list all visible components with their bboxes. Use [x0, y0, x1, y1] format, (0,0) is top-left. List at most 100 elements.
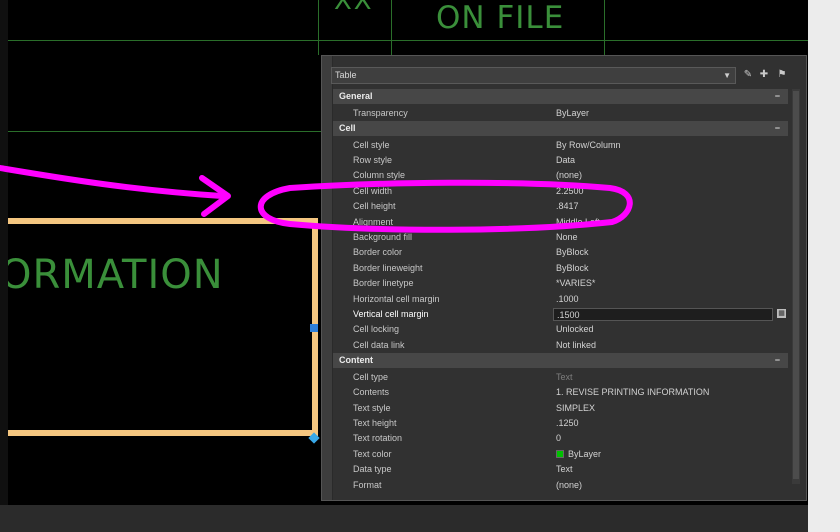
- property-row[interactable]: Background fill None: [333, 230, 788, 245]
- property-name: Background fill: [353, 232, 413, 242]
- property-value[interactable]: .1000: [556, 292, 579, 307]
- toggle-pickadd-icon[interactable]: ⚑: [776, 69, 788, 81]
- drawing-line: [8, 40, 808, 41]
- drawing-line: [391, 0, 392, 55]
- property-row[interactable]: Cell locking Unlocked: [333, 322, 788, 337]
- property-name: Text height: [353, 418, 397, 428]
- property-row[interactable]: Format (none): [333, 478, 788, 493]
- property-value-wrapper[interactable]: ByLayer: [556, 447, 601, 462]
- drawing-text-top-left: XX: [334, 0, 374, 16]
- property-value[interactable]: .1250: [556, 416, 579, 431]
- property-row[interactable]: Horizontal cell margin .1000: [333, 292, 788, 307]
- property-row[interactable]: Transparency ByLayer: [333, 106, 788, 121]
- property-value[interactable]: (none): [556, 168, 582, 183]
- property-name: Alignment: [353, 216, 394, 227]
- grip-handle[interactable]: [310, 324, 318, 332]
- property-value[interactable]: 2.2500: [556, 184, 584, 199]
- selected-table-frame[interactable]: [8, 218, 318, 436]
- property-name: Row style: [353, 155, 393, 165]
- object-type-label: Table: [335, 70, 357, 80]
- property-row[interactable]: Cell type Text: [333, 370, 788, 385]
- property-value[interactable]: SIMPLEX: [556, 401, 595, 416]
- drawing-line: [318, 0, 319, 55]
- status-bar-area: [0, 505, 808, 532]
- property-row[interactable]: Cell width 2.2500: [333, 184, 788, 199]
- property-row[interactable]: Border lineweight ByBlock: [333, 261, 788, 276]
- property-row[interactable]: Text color ByLayer: [333, 447, 788, 462]
- property-name: Text rotation: [353, 433, 403, 444]
- select-objects-icon[interactable]: ✚: [758, 69, 770, 81]
- drawing-text-frame: ORMATION: [8, 252, 224, 298]
- property-row[interactable]: Cell data link Not linked: [333, 338, 788, 353]
- palette-scrollbar[interactable]: [792, 89, 800, 484]
- property-name: Cell data link: [353, 339, 405, 350]
- drawing-text-top-right: ON FILE: [436, 0, 565, 36]
- property-name: Transparency: [353, 107, 408, 118]
- property-row[interactable]: Text height .1250: [333, 416, 788, 431]
- collapse-icon[interactable]: −: [775, 121, 780, 136]
- property-row[interactable]: Alignment Middle Left: [333, 215, 788, 230]
- scrollbar-thumb[interactable]: [793, 91, 799, 479]
- property-value[interactable]: .8417: [556, 199, 579, 214]
- property-name: Horizontal cell margin: [353, 293, 440, 304]
- object-type-dropdown[interactable]: Table ▼: [331, 67, 736, 84]
- property-value[interactable]: By Row/Column: [556, 138, 621, 153]
- property-row[interactable]: Cell height .8417: [333, 199, 788, 214]
- property-value[interactable]: 0: [556, 431, 561, 446]
- property-row[interactable]: Vertical cell margin .1500 ▦: [333, 307, 788, 322]
- palette-title-strip[interactable]: [322, 56, 333, 500]
- property-row[interactable]: Text rotation 0: [333, 431, 788, 446]
- chevron-down-icon: ▼: [723, 71, 731, 80]
- section-title: Cell: [339, 123, 356, 133]
- section-header[interactable]: Cell −: [333, 121, 788, 136]
- drawing-line: [604, 0, 605, 55]
- property-row[interactable]: Column style (none): [333, 168, 788, 183]
- property-value-input[interactable]: .1500: [553, 308, 773, 321]
- property-name: Text style: [353, 402, 391, 413]
- quick-select-icon[interactable]: ✎: [742, 69, 754, 81]
- property-grid: General − Transparency ByLayer Cell − Cell sty…: [333, 89, 788, 497]
- property-value[interactable]: None: [556, 230, 578, 245]
- property-name: Border linetype: [353, 278, 414, 289]
- property-row[interactable]: Data type Text: [333, 462, 788, 477]
- property-name: Data type: [353, 464, 392, 475]
- section-title: Content: [339, 355, 373, 366]
- drawing-line: [8, 131, 323, 132]
- property-value[interactable]: *VARIES*: [556, 276, 595, 291]
- property-name: Text color: [353, 448, 392, 459]
- property-value[interactable]: ByBlock: [556, 261, 589, 276]
- property-row[interactable]: Border color ByBlock: [333, 245, 788, 260]
- property-row[interactable]: Contents 1. REVISE PRINTING INFORMATION: [333, 385, 788, 400]
- property-row[interactable]: Text style SIMPLEX: [333, 401, 788, 416]
- property-name: Column style: [353, 170, 406, 181]
- section-header[interactable]: Content −: [333, 353, 788, 369]
- property-name: Border color: [353, 247, 403, 258]
- property-name: Cell style: [353, 139, 390, 150]
- property-row[interactable]: Border linetype *VARIES*: [333, 276, 788, 291]
- property-value[interactable]: ByLayer: [556, 106, 589, 121]
- property-name: Cell type: [353, 371, 389, 382]
- property-value[interactable]: Text: [556, 370, 573, 385]
- section-header[interactable]: General −: [333, 89, 788, 104]
- property-value[interactable]: 1. REVISE PRINTING INFORMATION: [556, 385, 709, 400]
- property-value[interactable]: Middle Left: [556, 215, 600, 230]
- property-name: Vertical cell margin: [353, 309, 429, 319]
- calculator-icon[interactable]: ▦: [777, 309, 786, 318]
- property-value[interactable]: ByBlock: [556, 245, 589, 260]
- window-edge: [808, 0, 840, 532]
- property-row[interactable]: Cell style By Row/Column: [333, 138, 788, 153]
- property-name: Border lineweight: [353, 262, 423, 273]
- property-value[interactable]: Data: [556, 153, 575, 168]
- property-value[interactable]: (none): [556, 478, 582, 493]
- property-value[interactable]: Unlocked: [556, 322, 594, 337]
- property-value[interactable]: Not linked: [556, 338, 596, 353]
- property-name: Cell locking: [353, 324, 400, 335]
- property-name: Cell height: [353, 201, 396, 212]
- property-name: Format: [353, 479, 382, 490]
- section-title: General: [339, 91, 373, 101]
- color-swatch-icon: [556, 450, 564, 459]
- collapse-icon[interactable]: −: [775, 353, 780, 368]
- collapse-icon[interactable]: −: [775, 89, 780, 104]
- property-value[interactable]: Text: [556, 462, 573, 477]
- property-row[interactable]: Row style Data: [333, 153, 788, 168]
